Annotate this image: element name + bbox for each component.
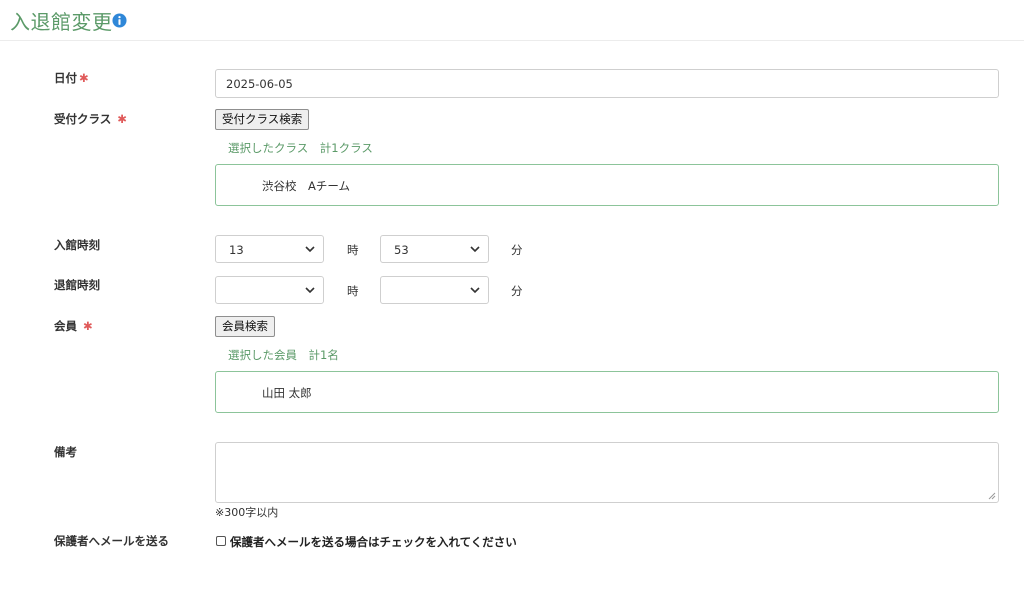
exit-minute-select[interactable] bbox=[380, 276, 489, 304]
entry-minute-value: 53 bbox=[394, 243, 409, 257]
resize-grip-icon[interactable] bbox=[988, 492, 996, 500]
page-title: 入退館変更 bbox=[10, 10, 113, 34]
chevron-down-icon bbox=[305, 287, 315, 294]
member-search-button[interactable]: 会員検索 bbox=[215, 316, 275, 337]
member-label: 会員 ✱ bbox=[54, 319, 93, 333]
date-label: 日付 ✱ bbox=[54, 71, 89, 85]
entry-hour-select[interactable]: 13 bbox=[215, 235, 324, 263]
entry-hour-value: 13 bbox=[229, 243, 244, 257]
selected-class-box: 渋谷校 Aチーム bbox=[215, 164, 999, 206]
remarks-textarea[interactable] bbox=[215, 442, 999, 503]
selected-member-item: 山田 太郎 bbox=[262, 386, 312, 400]
selected-member-caption: 選択した会員 計1名 bbox=[228, 348, 339, 362]
entry-time-label: 入館時刻 bbox=[54, 238, 100, 252]
entry-minute-select[interactable]: 53 bbox=[380, 235, 489, 263]
email-checkbox[interactable] bbox=[216, 536, 226, 546]
date-input[interactable] bbox=[215, 69, 999, 98]
selected-class-caption: 選択したクラス 計1クラス bbox=[228, 141, 373, 155]
chevron-down-icon bbox=[305, 246, 315, 253]
selected-member-box: 山田 太郎 bbox=[215, 371, 999, 413]
exit-time-label: 退館時刻 bbox=[54, 278, 100, 292]
selected-class-item: 渋谷校 Aチーム bbox=[262, 179, 351, 193]
remarks-char-limit-note: ※300字以内 bbox=[215, 506, 279, 519]
exit-minute-unit: 分 bbox=[511, 284, 523, 298]
entry-minute-unit: 分 bbox=[511, 243, 523, 257]
exit-hour-unit: 時 bbox=[347, 284, 359, 298]
entry-hour-unit: 時 bbox=[347, 243, 359, 257]
class-label: 受付クラス ✱ bbox=[54, 112, 127, 126]
exit-hour-select[interactable] bbox=[215, 276, 324, 304]
email-checkbox-label[interactable]: 保護者へメールを送る場合はチェックを入れてください bbox=[230, 534, 517, 550]
page-header: 入退館変更 bbox=[0, 0, 1024, 41]
required-asterisk-icon: ✱ bbox=[79, 71, 89, 85]
remarks-label: 備考 bbox=[54, 445, 77, 459]
chevron-down-icon bbox=[470, 287, 480, 294]
required-asterisk-icon: ✱ bbox=[117, 112, 127, 126]
info-circle-icon[interactable] bbox=[112, 13, 127, 28]
chevron-down-icon bbox=[470, 246, 480, 253]
class-search-button[interactable]: 受付クラス検索 bbox=[215, 109, 310, 130]
email-label: 保護者へメールを送る bbox=[54, 534, 169, 548]
required-asterisk-icon: ✱ bbox=[83, 319, 93, 333]
